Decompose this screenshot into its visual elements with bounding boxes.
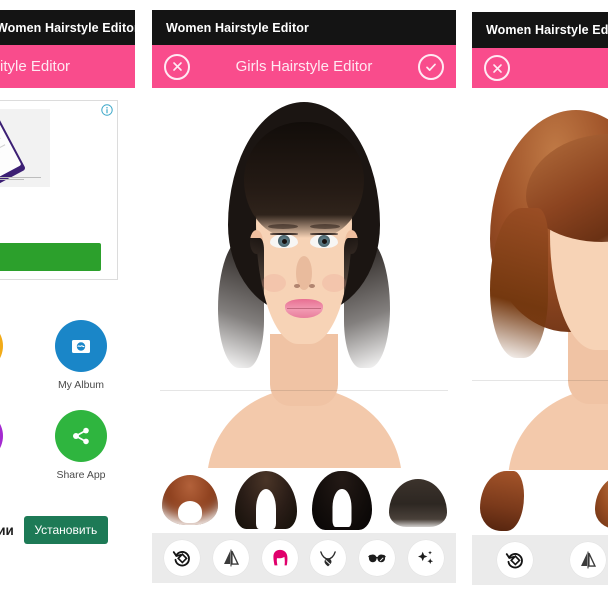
- install-button[interactable]: Установить: [23, 516, 108, 544]
- rotate-reset-icon: [505, 553, 523, 569]
- ad-creative-image: [0, 109, 50, 187]
- hair-long-center-gap: [256, 489, 276, 529]
- hair-thumb-item[interactable]: [472, 470, 573, 535]
- flip-horizontal-icon: [224, 549, 240, 567]
- eyebrow-left: [268, 224, 298, 229]
- right-app-title: Women Hairstyle Ed: [486, 23, 608, 37]
- share-icon: [73, 427, 89, 445]
- right-toolbar[interactable]: [472, 535, 608, 585]
- tool-flip[interactable]: [207, 540, 256, 576]
- home-icon-label: My Album: [57, 379, 105, 391]
- my-album-circle[interactable]: [55, 320, 107, 372]
- install-button-label: Установить: [34, 523, 98, 537]
- tool-sunglasses[interactable]: [353, 540, 402, 576]
- tool-reset[interactable]: [478, 542, 551, 578]
- right-actionbar: Girls Hai: [472, 48, 608, 88]
- panel-left-home: Women Hairstyle Editor ityle Editor My A…: [0, 10, 135, 600]
- photo-icon: [72, 340, 90, 353]
- tool-hairstyle[interactable]: [255, 540, 304, 576]
- phone-screen: [0, 115, 22, 179]
- pupil-right: [322, 239, 327, 244]
- eyelid-line-right: [310, 233, 338, 235]
- hair-dark-fringe-shape: [389, 479, 447, 527]
- neck: [270, 334, 338, 406]
- mock-text-line: [0, 144, 6, 156]
- hair-auburn-updo-bangs-shape: [594, 475, 608, 529]
- hair-thumb-item[interactable]: [152, 468, 228, 533]
- hair-curly-center-gap: [332, 489, 352, 527]
- hair-strand-left: [218, 238, 264, 368]
- hair-icon: [273, 549, 288, 566]
- ad-card[interactable]: ТЬ: [0, 100, 118, 280]
- middle-actionbar: Girls Hairstyle Editor: [152, 45, 456, 88]
- purple-circle[interactable]: [0, 410, 3, 462]
- necklace-icon: [320, 551, 337, 567]
- share-app-circle[interactable]: [55, 410, 107, 462]
- nostril-right: [309, 284, 315, 288]
- left-actionbar: ityle Editor: [0, 45, 135, 88]
- tool-reset[interactable]: [158, 540, 207, 576]
- left-statusbar: Women Hairstyle Editor: [0, 10, 135, 45]
- cheek-right: [322, 274, 346, 292]
- install-banner[interactable]: тиции Установить: [0, 510, 135, 550]
- hair-strand-right: [344, 238, 390, 368]
- left-actionbar-title: ityle Editor: [0, 58, 71, 75]
- hair-strand-left: [490, 208, 548, 358]
- tool-necklace[interactable]: [304, 540, 353, 576]
- photo-seam-line: [472, 380, 608, 381]
- hair-thumb-item[interactable]: [228, 468, 304, 533]
- home-icon-label: Share App: [56, 469, 106, 481]
- middle-app-title: Women Hairstyle Editor: [166, 20, 309, 35]
- tool-effects[interactable]: [401, 540, 450, 576]
- rotate-reset-icon: [173, 551, 191, 567]
- hair-auburn-side-sweep-shape: [480, 471, 525, 531]
- sparkles-icon: [417, 550, 433, 565]
- lip-line: [287, 308, 321, 309]
- right-photo-canvas[interactable]: [472, 88, 608, 470]
- ad-caption-lines: [0, 177, 41, 180]
- ad-install-button[interactable]: ТЬ: [0, 243, 101, 271]
- panel-right-editor: Women Hairstyle Ed Girls Hai: [472, 12, 608, 600]
- cheek-left: [262, 274, 286, 292]
- home-icon-purple[interactable]: s: [0, 410, 6, 481]
- hair-thumb-item[interactable]: [380, 468, 456, 533]
- home-icon-share-app[interactable]: Share App: [44, 410, 118, 481]
- tool-flip[interactable]: [551, 542, 608, 578]
- check-circle-icon[interactable]: [418, 53, 444, 80]
- nostril-left: [294, 284, 300, 288]
- eyelid-line-left: [270, 233, 298, 235]
- eyebrow-right: [310, 224, 340, 229]
- model-photo-auburn-bob: [472, 88, 608, 470]
- panel-middle-editor: Women Hairstyle Editor Girls Hairstyle E…: [152, 10, 456, 600]
- middle-hair-thumbnail-strip[interactable]: [152, 468, 456, 533]
- camera-circle[interactable]: [0, 320, 3, 372]
- photo-seam-line: [160, 390, 448, 391]
- right-hair-thumbnail-strip[interactable]: [472, 470, 608, 535]
- hair-thumb-item[interactable]: [573, 470, 608, 535]
- right-actionbar-title: Girls Hai: [510, 60, 608, 77]
- middle-photo-canvas[interactable]: [152, 88, 456, 468]
- close-circle-icon[interactable]: [484, 55, 510, 81]
- pupil-left: [282, 239, 287, 244]
- close-circle-icon[interactable]: [164, 53, 190, 80]
- home-icon-my-album[interactable]: My Album: [44, 320, 118, 391]
- middle-toolbar[interactable]: [152, 533, 456, 583]
- flip-horizontal-icon: [580, 551, 596, 569]
- home-icon-orange[interactable]: [0, 320, 6, 372]
- install-banner-text: тиции: [0, 522, 14, 538]
- right-statusbar: Women Hairstyle Ed: [472, 12, 608, 48]
- phone-mockup: [0, 112, 27, 186]
- middle-statusbar: Women Hairstyle Editor: [152, 10, 456, 45]
- middle-actionbar-title: Girls Hairstyle Editor: [235, 58, 373, 75]
- sunglasses-icon: [368, 554, 386, 563]
- left-app-title: Women Hairstyle Editor: [0, 20, 135, 35]
- hair-bob-inner-face: [178, 501, 202, 523]
- screenshot-collage: Women Hairstyle Editor ityle Editor My A…: [0, 0, 608, 608]
- hair-thumb-item[interactable]: [304, 468, 380, 533]
- hair-bangs: [244, 122, 364, 238]
- model-photo-dark-bangs: [152, 88, 456, 468]
- ad-info-icon[interactable]: [101, 104, 113, 116]
